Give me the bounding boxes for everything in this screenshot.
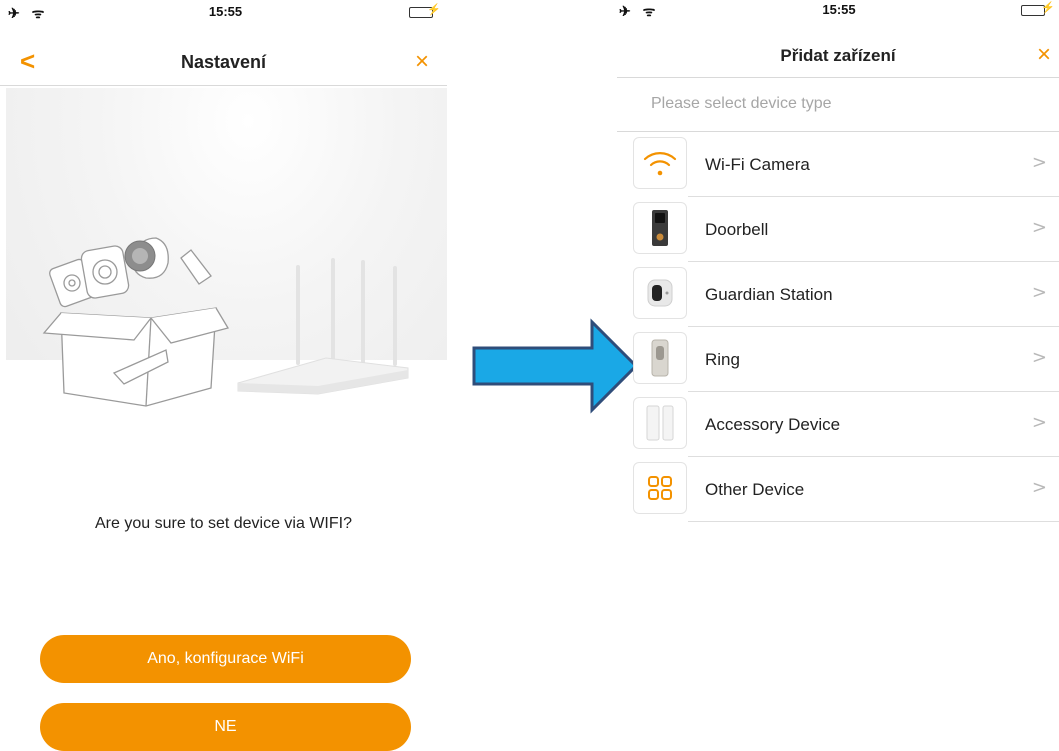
device-row-guardian-station[interactable]: Guardian Station > [617,262,1059,327]
close-button[interactable]: × [1037,41,1051,69]
doorbell-icon [633,202,687,254]
device-type-hint: Please select device type [651,95,832,112]
guardian-station-icon [633,267,687,319]
add-device-screen: ✈ ᯤ 15:55 ⚡ Přidat zařízení × Please sel… [617,0,1059,751]
device-row-doorbell[interactable]: Doorbell > [617,197,1059,262]
navigation-bar: < Nastavení × [0,42,447,86]
page-title: Nastavení [180,52,267,72]
device-label: Accessory Device [705,415,841,434]
chevron-right-icon: > [1031,217,1047,238]
chevron-right-icon: > [1031,282,1047,303]
charging-icon: ⚡ [1041,2,1055,14]
wifi-config-yes-button[interactable]: Ano, konfigurace WiFi [40,635,411,683]
close-button[interactable]: × [415,48,429,76]
device-row-wifi-camera[interactable]: Wi-Fi Camera > [617,132,1059,197]
wifi-icon [633,137,687,189]
device-row-ring[interactable]: Ring > [617,327,1059,392]
device-type-list: Wi-Fi Camera > Doorbell > Guardian Stati… [617,132,1059,522]
status-time: 15:55 [822,2,856,17]
wifi-config-no-button[interactable]: NE [40,703,411,751]
chevron-right-icon: > [1031,412,1047,433]
page-title: Přidat zařízení [780,46,896,65]
setup-illustration [6,88,447,418]
status-time: 15:55 [208,4,243,19]
chevron-right-icon: > [1031,152,1047,173]
chevron-right-icon: > [1031,477,1047,498]
airplane-wifi-icon: ✈ ᯤ [619,3,660,19]
navigation-bar: Přidat zařízení × [617,34,1059,78]
setup-question: Are you sure to set device via WIFI? [95,515,352,532]
device-row-other-device[interactable]: Other Device > [617,457,1059,522]
wifi-setup-screen: ✈ ᯤ 15:55 ⚡ < Nastavení × Are you sure t… [0,0,447,751]
box-and-router-illustration [42,237,409,407]
chevron-right-icon: > [1031,347,1047,368]
status-bar: ✈ ᯤ 15:55 ⚡ [8,0,443,22]
device-label: Other Device [705,480,805,499]
grid-icon [633,462,687,514]
device-label: Wi-Fi Camera [705,155,810,174]
device-row-accessory-device[interactable]: Accessory Device > [617,392,1059,457]
status-bar: ✈ ᯤ 15:55 ⚡ [619,0,1059,22]
accessory-device-icon [633,397,687,449]
right-arrow-icon [472,318,639,414]
device-label: Guardian Station [705,285,833,304]
device-label: Doorbell [705,220,769,239]
charging-icon: ⚡ [427,4,441,16]
airplane-wifi-icon: ✈ ᯤ [8,5,49,21]
device-label: Ring [705,350,740,369]
ring-icon [633,332,687,384]
